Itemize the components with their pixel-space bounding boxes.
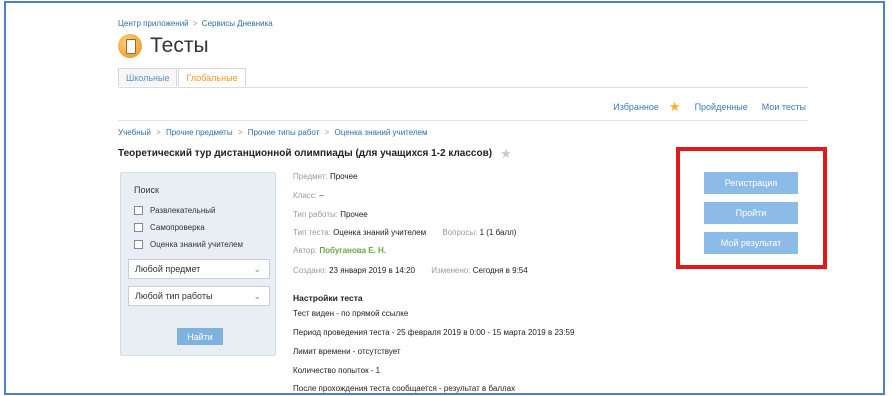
checkbox[interactable]: [134, 223, 143, 232]
checkbox-label: Развлекательный: [150, 206, 216, 215]
checkbox[interactable]: [134, 240, 143, 249]
top-nav: Избранное ★ Пройденные Мои тесты: [599, 100, 806, 113]
info-label: Автор:: [293, 246, 318, 255]
find-button[interactable]: Найти: [177, 328, 223, 345]
settings-line: После прохождения теста сообщается - рез…: [293, 384, 516, 393]
tests-clipboard-icon: [118, 34, 142, 58]
test-title: Теоретический тур дистанционной олимпиад…: [118, 148, 493, 159]
info-value: Сегодня в 9:54: [472, 266, 528, 275]
breadcrumb-diary-services[interactable]: Сервисы Дневника: [202, 19, 273, 28]
breadcrumb-teacher-assessment[interactable]: Оценка знаний учителем: [335, 128, 428, 137]
filter-teacher-assessment[interactable]: Оценка знаний учителем: [134, 240, 243, 249]
breadcrumb-other-subjects[interactable]: Прочие предметы: [166, 128, 233, 137]
info-label: Класс:: [293, 191, 317, 200]
chevron-down-icon: ⌄: [253, 291, 261, 301]
settings-line: Тест виден - по прямой ссылке: [293, 309, 409, 318]
subject-select[interactable]: Любой предмет ⌄: [128, 259, 270, 279]
info-testtype: Тип теста: Оценка знаний учителем Вопрос…: [293, 228, 516, 237]
breadcrumb-app-center[interactable]: Центр приложений: [118, 19, 189, 28]
worktype-select-value: Любой тип работы: [135, 291, 213, 301]
info-value: 23 января 2019 в 14:20: [329, 266, 415, 275]
info-value: Оценка знаний учителем: [333, 228, 427, 237]
page-header: Тесты: [118, 34, 209, 58]
settings-title: Настройки теста: [293, 293, 363, 303]
settings-line: Лимит времени - отсутствует: [293, 347, 401, 356]
breadcrumb-top: Центр приложений > Сервисы Дневника: [118, 19, 273, 28]
checkbox[interactable]: [134, 206, 143, 215]
breadcrumb-separator: >: [192, 19, 198, 28]
info-value: –: [319, 191, 324, 200]
breadcrumb-other-work-types[interactable]: Прочие типы работ: [248, 128, 320, 137]
info-label: Создано:: [293, 266, 327, 275]
favorites-link[interactable]: Избранное: [613, 102, 659, 112]
tab-global[interactable]: Глобальные: [178, 68, 246, 86]
nav-divider: [118, 120, 808, 121]
tab-school[interactable]: Школьные: [118, 68, 178, 86]
info-value: Прочее: [340, 210, 368, 219]
filter-entertaining[interactable]: Развлекательный: [134, 206, 215, 215]
register-button[interactable]: Регистрация: [704, 172, 798, 194]
info-label: Тип работы:: [293, 210, 338, 219]
info-dates: Создано: 23 января 2019 в 14:20 Изменено…: [293, 266, 528, 275]
breadcrumb-separator: >: [156, 128, 161, 137]
info-value: Прочее: [329, 172, 358, 181]
chevron-down-icon: ⌄: [253, 264, 261, 274]
breadcrumb-sub: Учебный > Прочие предметы > Прочие типы …: [118, 128, 428, 137]
tabs-divider: [118, 87, 808, 88]
info-author: Автор: Побуганова Е. Н.: [293, 246, 386, 255]
info-label: Тип теста:: [293, 228, 331, 237]
settings-line: Количество попыток - 1: [293, 366, 381, 375]
add-favorite-star-icon[interactable]: ★: [500, 147, 512, 160]
page-title: Тесты: [150, 34, 209, 57]
breadcrumb-separator: >: [237, 128, 243, 137]
author-link[interactable]: Побуганова Е. Н.: [319, 246, 386, 255]
tab-bar: Школьные Глобальные: [118, 68, 247, 86]
search-title: Поиск: [134, 185, 159, 195]
info-label: Изменено:: [431, 266, 471, 275]
info-label: Вопросы:: [442, 228, 478, 237]
info-subject: Предмет: Прочее: [293, 172, 358, 181]
completed-link[interactable]: Пройденные: [695, 102, 748, 112]
settings-line: Период проведения теста - 25 февраля 201…: [293, 328, 575, 337]
my-tests-link[interactable]: Мои тесты: [762, 102, 806, 112]
worktype-select[interactable]: Любой тип работы ⌄: [128, 286, 270, 306]
search-panel: Поиск Развлекательный Самопроверка Оценк…: [120, 172, 276, 356]
pass-button[interactable]: Пройти: [704, 202, 798, 224]
checkbox-label: Оценка знаний учителем: [150, 240, 244, 249]
info-label: Предмет:: [293, 172, 328, 181]
info-class: Класс: –: [293, 191, 324, 200]
filter-self-check[interactable]: Самопроверка: [134, 223, 205, 232]
breadcrumb-educational[interactable]: Учебный: [118, 128, 151, 137]
checkbox-label: Самопроверка: [150, 223, 205, 232]
breadcrumb-separator: >: [324, 128, 330, 137]
info-worktype: Тип работы: Прочее: [293, 210, 368, 219]
info-value: 1 (1 балл): [479, 228, 517, 237]
favorites-star-icon: ★: [668, 99, 681, 114]
my-result-button[interactable]: Мой результат: [704, 232, 798, 254]
test-header: Теоретический тур дистанционной олимпиад…: [118, 147, 512, 160]
subject-select-value: Любой предмет: [135, 264, 201, 274]
